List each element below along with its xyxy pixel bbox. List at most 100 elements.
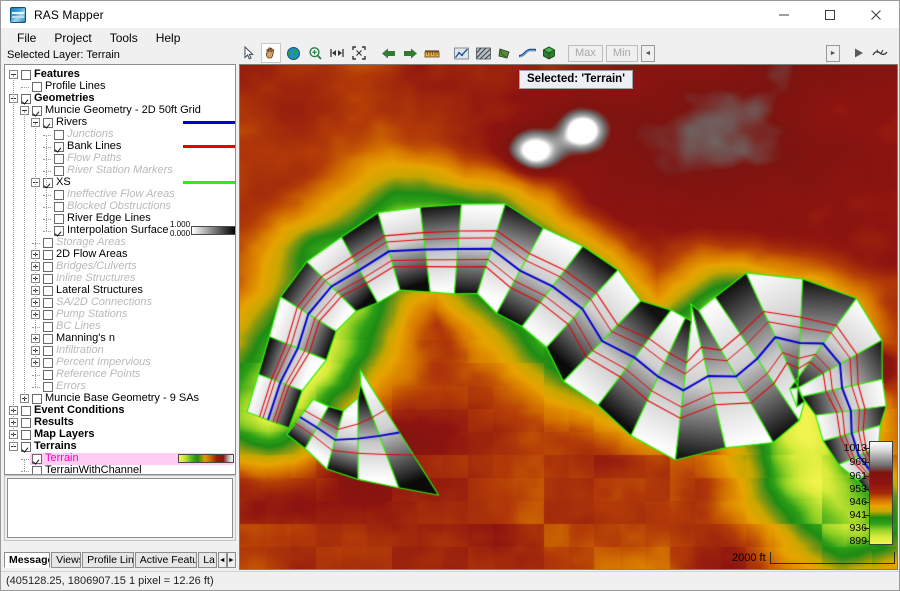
animate-icon[interactable] xyxy=(870,43,890,63)
tab-scroll-left[interactable]: ◄ xyxy=(218,552,227,568)
measure-ruler-tool[interactable] xyxy=(422,43,442,63)
tab-profile-lines[interactable]: Profile Lines xyxy=(82,552,134,568)
tab-views[interactable]: Views xyxy=(51,552,81,568)
tree-node-label: River Station Markers xyxy=(67,164,173,176)
tree-connector xyxy=(21,471,29,472)
legend-tick-label: 1013 xyxy=(833,443,867,453)
cross-section-line-tool[interactable] xyxy=(517,43,537,63)
tree-node-terrains[interactable]: Terrains xyxy=(5,441,236,453)
layer-checkbox[interactable] xyxy=(54,166,64,176)
tab-layers[interactable]: La xyxy=(198,552,216,568)
layer-checkbox[interactable] xyxy=(54,226,64,236)
tree-node-label: Rivers xyxy=(56,116,87,128)
3d-cube-view-tool[interactable] xyxy=(539,43,559,63)
tree-node-rivers[interactable]: Rivers xyxy=(5,117,236,129)
profile-line-tool[interactable] xyxy=(451,43,471,63)
menu-help[interactable]: Help xyxy=(147,29,190,47)
tree-connector xyxy=(32,243,40,244)
full-extent-globe-tool[interactable] xyxy=(283,43,303,63)
layer-checkbox[interactable] xyxy=(43,322,53,332)
tree-connector xyxy=(43,147,51,148)
layer-checkbox[interactable] xyxy=(43,250,53,260)
tree-node-label: Event Conditions xyxy=(34,404,124,416)
zoom-horizontal-tool[interactable] xyxy=(327,43,347,63)
play-animation-button[interactable] xyxy=(848,43,868,63)
zoom-in-tool[interactable] xyxy=(305,43,325,63)
layer-checkbox[interactable] xyxy=(32,394,42,404)
layer-checkbox[interactable] xyxy=(43,118,53,128)
animation-play-shape-tool[interactable] xyxy=(495,43,515,63)
max-button[interactable]: Max xyxy=(568,45,603,62)
layer-color-swatch xyxy=(183,145,235,148)
profile-spinner-left[interactable]: ◄ xyxy=(641,45,655,62)
layer-checkbox[interactable] xyxy=(32,82,42,92)
hatch-layer-tool[interactable] xyxy=(473,43,493,63)
layer-checkbox[interactable] xyxy=(21,406,31,416)
layer-checkbox[interactable] xyxy=(21,430,31,440)
minimize-button[interactable] xyxy=(761,1,807,28)
tree-node-label: XS xyxy=(56,176,71,188)
min-button[interactable]: Min xyxy=(606,45,638,62)
geometry-vector-canvas[interactable] xyxy=(240,65,897,569)
tree-node-pump-stations[interactable]: Pump Stations xyxy=(5,309,236,321)
layer-checkbox[interactable] xyxy=(21,94,31,104)
layer-checkbox[interactable] xyxy=(54,130,64,140)
map-canvas-container[interactable] xyxy=(240,65,897,569)
layer-checkbox[interactable] xyxy=(43,310,53,320)
layer-checkbox[interactable] xyxy=(43,274,53,284)
layer-checkbox[interactable] xyxy=(54,190,64,200)
layer-tree[interactable]: FeaturesProfile LinesGeometriesMuncie Ge… xyxy=(4,64,236,475)
layer-checkbox[interactable] xyxy=(43,358,53,368)
tab-scroll-right[interactable]: ► xyxy=(227,552,236,568)
tree-node-muncie-geometry-2d-50ft-grid[interactable]: Muncie Geometry - 2D 50ft Grid xyxy=(5,105,236,117)
profile-spinner-right[interactable]: ► xyxy=(826,45,840,62)
tree-node-features[interactable]: Features xyxy=(5,69,236,81)
close-button[interactable] xyxy=(853,1,899,28)
layer-checkbox[interactable] xyxy=(21,70,31,80)
menu-file[interactable]: File xyxy=(8,29,45,47)
legend-tick-mark xyxy=(864,489,869,490)
layer-checkbox[interactable] xyxy=(32,466,42,475)
tab-active-features[interactable]: Active Features xyxy=(135,552,197,568)
layer-checkbox[interactable] xyxy=(43,178,53,188)
layer-checkbox[interactable] xyxy=(43,382,53,392)
layer-checkbox[interactable] xyxy=(54,202,64,212)
tree-node-mannings-n[interactable]: Manning's n xyxy=(5,333,236,345)
layer-checkbox[interactable] xyxy=(32,454,42,464)
tree-node-label: Bank Lines xyxy=(67,140,121,152)
layer-checkbox[interactable] xyxy=(54,214,64,224)
interpolation-surface-colorbar xyxy=(191,226,236,235)
pan-hand-tool[interactable] xyxy=(261,43,281,63)
next-extent-button[interactable] xyxy=(400,43,420,63)
layer-color-swatch xyxy=(183,121,235,124)
layer-checkbox[interactable] xyxy=(21,442,31,452)
expand-corners-tool[interactable] xyxy=(349,43,369,63)
layer-checkbox[interactable] xyxy=(32,106,42,116)
layer-checkbox[interactable] xyxy=(43,262,53,272)
layer-checkbox[interactable] xyxy=(21,418,31,428)
tree-node-bc-lines[interactable]: BC Lines xyxy=(5,321,236,333)
tree-node-reference-points[interactable]: Reference Points xyxy=(5,369,236,381)
menu-tools[interactable]: Tools xyxy=(101,29,147,47)
menu-project[interactable]: Project xyxy=(45,29,100,47)
tree-node-label: Features xyxy=(34,68,80,80)
layer-checkbox[interactable] xyxy=(54,142,64,152)
maximize-button[interactable] xyxy=(807,1,853,28)
tab-messages[interactable]: Messages xyxy=(4,552,50,568)
layer-checkbox[interactable] xyxy=(43,346,53,356)
layers-panel: FeaturesProfile LinesGeometriesMuncie Ge… xyxy=(4,64,236,552)
layer-checkbox[interactable] xyxy=(54,154,64,164)
layer-checkbox[interactable] xyxy=(43,370,53,380)
layer-checkbox[interactable] xyxy=(43,238,53,248)
previous-extent-button[interactable] xyxy=(378,43,398,63)
tree-node-label: Lateral Structures xyxy=(56,284,143,296)
map-view[interactable]: Selected: 'Terrain' 10139699619539469419… xyxy=(239,64,898,570)
tree-node-label: Ineffective Flow Areas xyxy=(67,188,175,200)
layer-checkbox[interactable] xyxy=(43,334,53,344)
layer-checkbox[interactable] xyxy=(43,298,53,308)
tree-node-terrain-with-channel[interactable]: TerrainWithChannel xyxy=(5,465,236,475)
select-arrow-tool[interactable] xyxy=(239,43,259,63)
tree-node-river-station-markers[interactable]: River Station Markers xyxy=(5,165,236,177)
messages-textarea[interactable] xyxy=(7,478,233,538)
layer-checkbox[interactable] xyxy=(43,286,53,296)
